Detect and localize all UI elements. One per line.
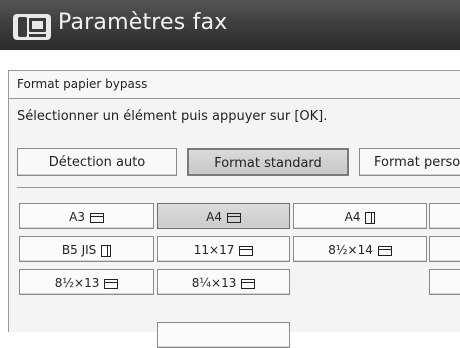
landscape-orientation-icon: [89, 212, 104, 223]
divider: [17, 187, 460, 188]
paper-size-label: A3: [69, 210, 85, 224]
paper-size-label: 8¼×13: [191, 276, 237, 290]
section-header: Format papier bypass: [9, 71, 460, 99]
landscape-orientation-icon: [377, 245, 392, 256]
tab-standard-format[interactable]: Format standard: [187, 148, 349, 176]
paper-size-8quarter-x13-landscape[interactable]: 8¼×13: [157, 269, 290, 295]
tab-auto-detect[interactable]: Détection auto: [17, 148, 177, 176]
paper-size-label: A4: [206, 210, 222, 224]
landscape-orientation-icon: [239, 245, 254, 256]
paper-size-label: B5 JIS: [61, 243, 97, 257]
landscape-orientation-icon: [226, 212, 241, 223]
tab-auto-detect-label: Détection auto: [48, 155, 146, 170]
paper-size-8half-x13-landscape[interactable]: 8½×13: [19, 269, 154, 295]
paper-size-button-partial[interactable]: [429, 236, 460, 262]
paper-size-a4-portrait[interactable]: A4: [293, 203, 427, 229]
paper-size-a3-landscape[interactable]: A3: [19, 203, 154, 229]
fax-icon: [13, 14, 51, 40]
paper-size-label: A4: [344, 210, 361, 224]
tab-standard-format-label: Format standard: [214, 156, 322, 171]
paper-size-11x17-landscape[interactable]: 11×17: [157, 236, 290, 262]
tab-custom-format-label: Format perso: [374, 155, 460, 170]
paper-size-button-partial[interactable]: [429, 203, 460, 229]
paper-size-8half-x14-landscape[interactable]: 8½×14: [293, 236, 427, 262]
paper-size-b5-jis-portrait[interactable]: B5 JIS: [19, 236, 154, 262]
page-title: Paramètres fax: [58, 10, 228, 35]
landscape-orientation-icon: [104, 278, 119, 289]
paper-size-a4-landscape[interactable]: A4: [157, 203, 290, 229]
title-bar: Paramètres fax: [0, 0, 460, 50]
paper-size-label: 8½×14: [328, 243, 373, 257]
landscape-orientation-icon: [241, 278, 256, 289]
paper-size-label: 11×17: [193, 243, 235, 257]
paper-size-button-cutoff[interactable]: [157, 322, 290, 348]
instruction-text: Sélectionner un élément puis appuyer sur…: [17, 109, 328, 124]
paper-size-button-partial[interactable]: [429, 269, 460, 295]
paper-size-label: 8½×13: [54, 276, 100, 290]
settings-panel: Format papier bypass Sélectionner un élé…: [8, 70, 460, 348]
portrait-orientation-icon: [101, 244, 112, 257]
section-title: Format papier bypass: [17, 77, 148, 91]
portrait-orientation-icon: [365, 211, 376, 224]
tab-custom-format[interactable]: Format perso: [359, 148, 460, 176]
